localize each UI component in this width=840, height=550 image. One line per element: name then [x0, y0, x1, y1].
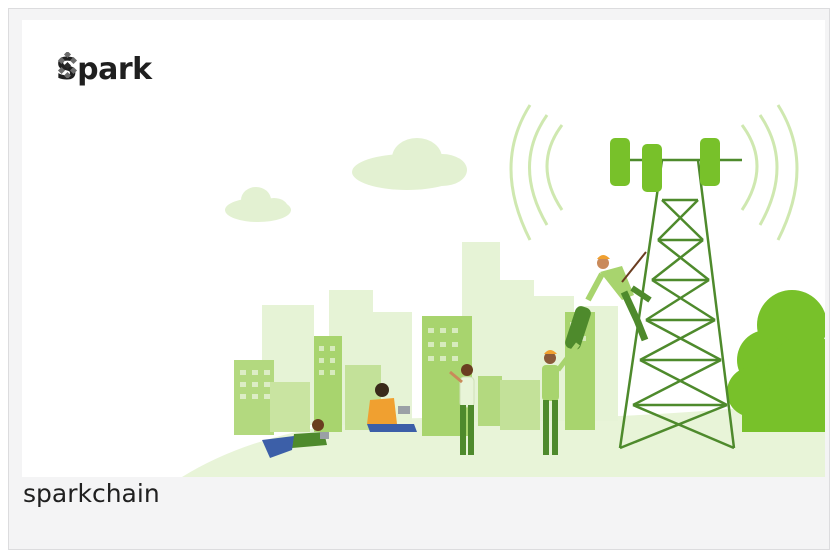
bushes: [727, 290, 825, 432]
cell-tower: [618, 158, 742, 450]
illustration: [182, 104, 825, 477]
cloud-small: [225, 187, 291, 222]
cloud-large: [352, 138, 467, 190]
tower-antennas: [610, 138, 720, 192]
card-title[interactable]: sparkchain: [23, 479, 160, 508]
spark-logo: Spark: [56, 52, 152, 87]
spark-diamond-dots-icon: [57, 52, 78, 78]
banner-image: Spark: [22, 20, 825, 477]
product-card[interactable]: Spark sparkchain: [8, 8, 830, 550]
